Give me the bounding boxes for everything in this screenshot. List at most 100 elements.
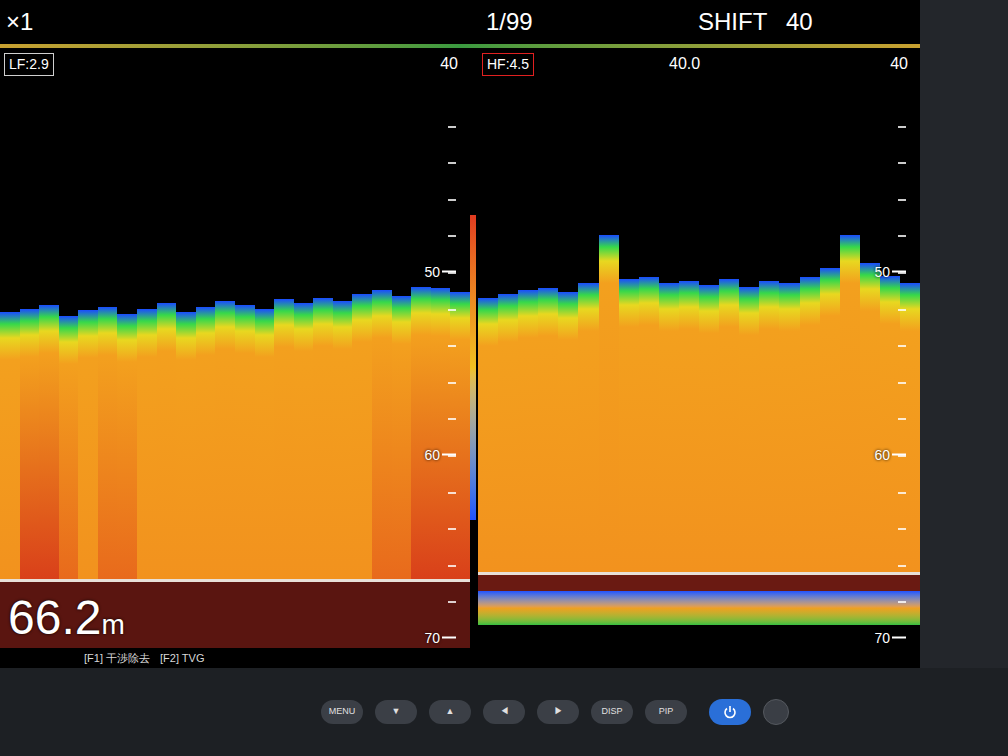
bezel-key[interactable]: ◀ (483, 700, 525, 724)
tick-dash (892, 271, 906, 273)
echo-column (900, 48, 920, 648)
bottom-band (679, 575, 699, 591)
bezel-key-label: ▼ (392, 705, 401, 719)
below-bottom (699, 625, 719, 648)
echo-column (880, 48, 900, 648)
bezel-key[interactable]: ▼ (375, 700, 417, 724)
below-bottom (659, 625, 679, 648)
echo-column (392, 48, 412, 648)
echo-column (639, 48, 659, 648)
echo-column (98, 48, 118, 648)
frequency-badge[interactable]: HF:4.5 (482, 53, 534, 76)
round-button[interactable] (763, 699, 789, 725)
tick-label: 60 (874, 444, 890, 465)
panel-header: LF:2.9 40 (4, 52, 458, 76)
water-gap (0, 48, 20, 312)
major-tick: 50 (874, 261, 906, 282)
echo-column (157, 48, 177, 648)
tick-dash (442, 454, 456, 456)
below-bottom (137, 582, 157, 648)
echo-fill (639, 277, 659, 572)
echo-fill (294, 303, 314, 579)
echo-column (450, 48, 470, 648)
bottom-band (880, 575, 900, 591)
water-gap (498, 48, 518, 294)
echo-column (352, 48, 372, 648)
echo-column (39, 48, 59, 648)
tick-label: 70 (874, 627, 890, 648)
bottom-band (518, 575, 538, 591)
water-gap (78, 48, 98, 310)
echo-column (431, 48, 451, 648)
water-gap (294, 48, 314, 303)
bottom-band (759, 575, 779, 591)
color-scale-gap (470, 48, 478, 215)
below-bottom (578, 625, 598, 648)
bottom-band (699, 575, 719, 591)
major-tick: 70 (424, 627, 456, 648)
bottom-band (599, 575, 619, 591)
echo-column (411, 48, 431, 648)
depth-readout: 66.2m (8, 594, 125, 642)
water-gap (431, 48, 451, 288)
bezel-key[interactable]: MENU (321, 700, 363, 724)
minor-tick (448, 528, 456, 530)
echo-fill (313, 298, 333, 580)
minor-tick (898, 382, 906, 384)
echo-column (235, 48, 255, 648)
water-gap (313, 48, 333, 298)
depth-unit: m (101, 611, 124, 639)
minor-tick (448, 345, 456, 347)
below-bottom (313, 582, 333, 648)
echo-fill (333, 301, 353, 579)
function-key[interactable]: [F1] 干渉除去 (84, 650, 150, 667)
tick-label: 50 (874, 261, 890, 282)
minor-tick (448, 565, 456, 567)
echo-column (0, 48, 20, 648)
minor-tick (898, 199, 906, 201)
echo-column (800, 48, 820, 648)
power-button[interactable] (709, 699, 751, 725)
echo-fill (255, 309, 275, 580)
below-bottom (294, 582, 314, 648)
bezel-key[interactable]: ▲ (429, 700, 471, 724)
minor-tick (898, 418, 906, 420)
echo-column (78, 48, 98, 648)
monitor: ×1 1/99 SHIFT 40 LF:2.9 40 50 60 70 66.2m HF:4… (0, 0, 1008, 756)
water-gap (558, 48, 578, 292)
frequency-badge[interactable]: LF:2.9 (4, 53, 54, 76)
water-gap (719, 48, 739, 279)
below-bottom (255, 582, 275, 648)
below-bottom (518, 625, 538, 648)
minor-tick (448, 126, 456, 128)
below-bottom (800, 625, 820, 648)
water-gap (372, 48, 392, 290)
bezel-key[interactable]: PIP (645, 700, 687, 724)
echo-column (215, 48, 235, 648)
bottom-band (639, 575, 659, 591)
echo-column (860, 48, 880, 648)
echo-column (719, 48, 739, 648)
bezel-key[interactable]: DISP (591, 700, 633, 724)
bezel-key[interactable]: ▶ (537, 700, 579, 724)
bottom-band (619, 575, 639, 591)
below-bottom (235, 582, 255, 648)
range-label: 40 (440, 52, 458, 76)
echo-fill (0, 312, 20, 579)
function-key[interactable]: [F2] TVG (160, 650, 204, 667)
water-gap (739, 48, 759, 287)
water-gap (274, 48, 294, 299)
water-gap (176, 48, 196, 312)
header-bar: ×1 1/99 SHIFT 40 (0, 0, 920, 48)
below-bottom (719, 625, 739, 648)
echo-fill (78, 310, 98, 579)
echo-panel: LF:2.94050607066.2m (0, 48, 470, 648)
second-echo (719, 591, 739, 625)
echo-column (538, 48, 558, 648)
echo-fill (719, 279, 739, 572)
second-echo (679, 591, 699, 625)
bezel-right (920, 0, 1008, 668)
second-echo (900, 591, 920, 625)
major-tick: 60 (424, 444, 456, 465)
water-gap (137, 48, 157, 309)
